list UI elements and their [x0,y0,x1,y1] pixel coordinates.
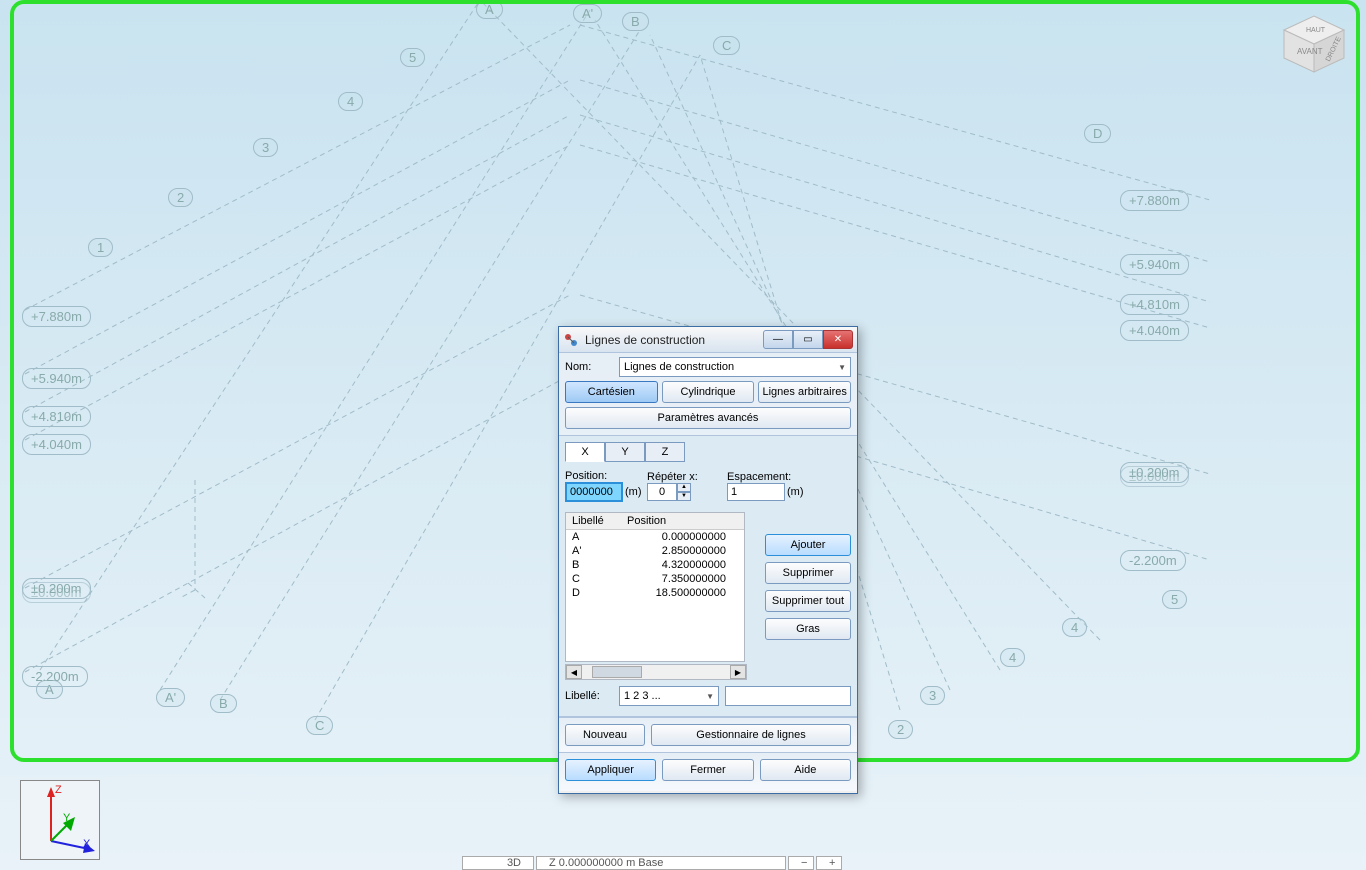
elev-left-0.200: ±0.200m [22,578,91,599]
elev-left-0.000: ±0.000m [22,582,91,603]
cube-face-top: HAUT [1306,27,1326,34]
axis-tab-y[interactable]: Y [605,442,645,462]
grid-bubble-B: B [622,12,649,31]
elev-right-7.880: +7.880m [1120,190,1189,211]
delete-all-button[interactable]: Supprimer tout [765,590,851,612]
label-override-input[interactable] [725,686,851,706]
label-scheme-label: Libellé: [565,690,613,702]
elev-right-0.200: ±0.200m [1120,462,1189,483]
grid-bubble-A-bottom: A [36,680,63,699]
spin-down-icon[interactable]: ▼ [677,492,691,501]
view-cube[interactable]: AVANT DROITE HAUT [1272,2,1354,74]
dialog-titlebar[interactable]: Lignes de construction — ▭ ✕ [559,327,857,353]
spacing-label: Espacement: [727,471,851,483]
tab-arbitrary[interactable]: Lignes arbitraires [758,381,851,403]
grid-bubble-4: 4 [338,92,363,111]
close-dialog-button[interactable]: Fermer [662,759,753,781]
construction-lines-dialog: Lignes de construction — ▭ ✕ Nom: Lignes… [558,326,858,794]
elev-left-4.040: +4.040m [22,434,91,455]
table-row[interactable]: B4.320000000 [566,558,744,572]
grid-bubble-B-bottom: B [210,694,237,713]
elev-left-5.940: +5.940m [22,368,91,389]
grid-bubble-3r: 3 [920,686,945,705]
status-coordinates: Z 0.000000000 m Base [536,856,786,870]
repeat-stepper[interactable]: ▲▼ [647,483,693,501]
tab-cylindrical[interactable]: Cylindrique [662,381,755,403]
minimize-button[interactable]: — [763,330,793,349]
table-row[interactable]: D18.500000000 [566,586,744,600]
close-button[interactable]: ✕ [823,330,853,349]
position-label: Position: [565,470,647,482]
spacing-input[interactable] [727,483,785,501]
spin-up-icon[interactable]: ▲ [677,483,691,492]
maximize-button[interactable]: ▭ [793,330,823,349]
new-button[interactable]: Nouveau [565,724,645,746]
scroll-left-icon[interactable]: ◀ [566,665,582,679]
col-label[interactable]: Libellé [566,513,621,530]
svg-text:X: X [83,838,91,850]
grid-bubble-C: C [713,36,740,55]
elev-right-5.940: +5.940m [1120,254,1189,275]
line-manager-button[interactable]: Gestionnaire de lignes [651,724,851,746]
grid-bubble-Aprime: A' [573,4,602,23]
position-input[interactable] [565,482,623,502]
scroll-thumb[interactable] [592,666,642,678]
elev-right-4.040: +4.040m [1120,320,1189,341]
col-position[interactable]: Position [621,513,744,530]
repeat-input[interactable] [647,483,677,501]
scroll-right-icon[interactable]: ▶ [730,665,746,679]
dialog-title: Lignes de construction [585,333,763,347]
status-bar: 3D Z 0.000000000 m Base − + [462,854,842,870]
svg-text:Z: Z [55,784,62,796]
status-view-mode: 3D [462,856,534,870]
grid-bubble-3: 3 [253,138,278,157]
axis-gizmo[interactable]: Z X Y [20,780,100,860]
dialog-icon [563,332,579,348]
grid-bubble-4l: 4 [1000,648,1025,667]
repeat-label: Répéter x: [647,471,727,483]
chevron-down-icon: ▼ [838,363,846,372]
svg-text:Y: Y [63,812,71,824]
elev-right-0.000: ±0.000m [1120,466,1189,487]
delete-button[interactable]: Supprimer [765,562,851,584]
elev-right-4.810: +4.810m [1120,294,1189,315]
label-scheme-combo[interactable]: 1 2 3 ... ▼ [619,686,719,706]
axis-tab-z[interactable]: Z [645,442,685,462]
name-label: Nom: [565,361,613,373]
table-row[interactable]: A0.000000000 [566,530,744,545]
grid-bubble-C-bottom: C [306,716,333,735]
cube-face-front: AVANT [1297,47,1323,56]
table-row[interactable]: A'2.850000000 [566,544,744,558]
grid-bubble-A: A [476,0,503,19]
grid-bubble-D: D [1084,124,1111,143]
advanced-params-button[interactable]: Paramètres avancés [565,407,851,429]
name-combo[interactable]: Lignes de construction ▼ [619,357,851,377]
grid-bubble-Aprime-bottom: A' [156,688,185,707]
grid-bubble-2: 2 [168,188,193,207]
grid-bubble-4r: 4 [1062,618,1087,637]
elev-left-4.810: +4.810m [22,406,91,427]
apply-button[interactable]: Appliquer [565,759,656,781]
positions-table[interactable]: Libellé Position A0.000000000A'2.8500000… [565,512,745,662]
status-plus-button[interactable]: + [816,856,842,870]
bold-button[interactable]: Gras [765,618,851,640]
elev-left-2.200: -2.200m [22,666,88,687]
grid-bubble-5: 5 [400,48,425,67]
position-unit: (m) [625,486,642,498]
chevron-down-icon: ▼ [706,692,714,701]
status-minus-button[interactable]: − [788,856,814,870]
axis-tab-x[interactable]: X [565,442,605,462]
table-row[interactable]: C7.350000000 [566,572,744,586]
elev-left-7.880: +7.880m [22,306,91,327]
table-h-scrollbar[interactable]: ◀ ▶ [565,664,747,680]
grid-bubble-2r: 2 [888,720,913,739]
grid-bubble-5r: 5 [1162,590,1187,609]
elev-right-2.200: -2.200m [1120,550,1186,571]
grid-bubble-1: 1 [88,238,113,257]
tab-cartesian[interactable]: Cartésien [565,381,658,403]
spacing-unit: (m) [787,486,804,498]
help-button[interactable]: Aide [760,759,851,781]
add-button[interactable]: Ajouter [765,534,851,556]
